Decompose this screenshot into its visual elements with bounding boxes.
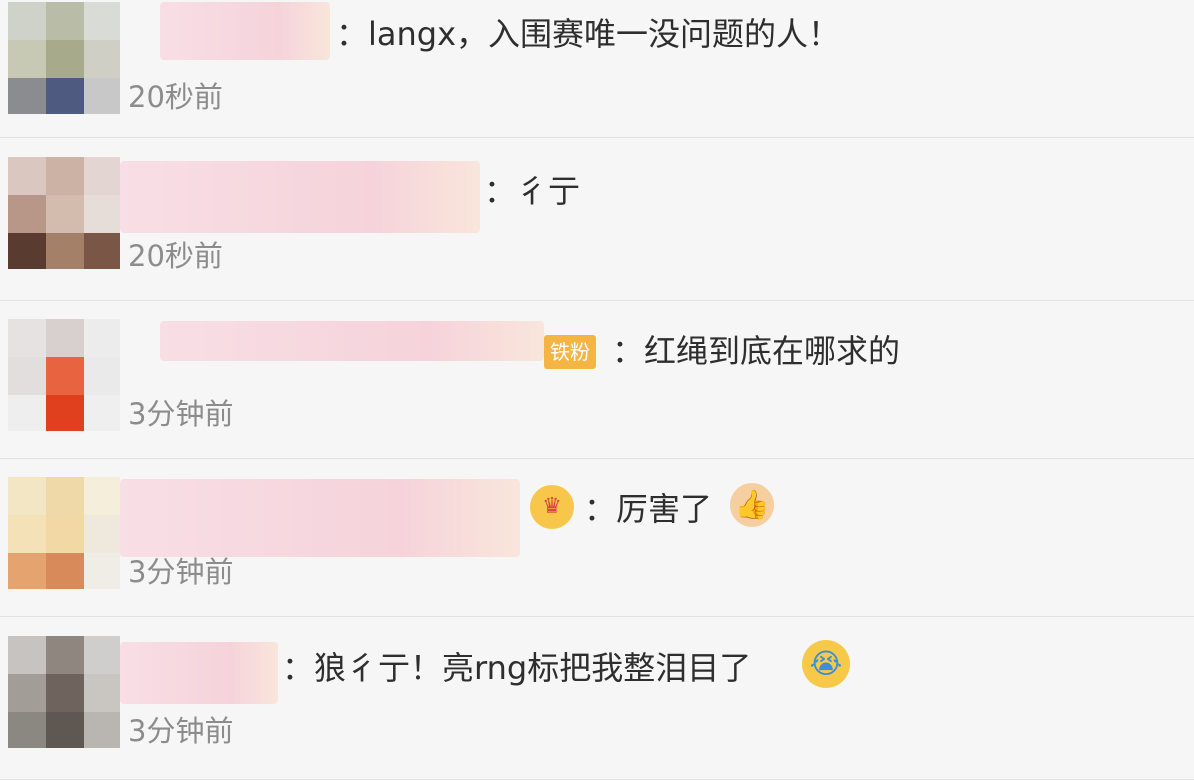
comment-time: 3分钟前: [128, 555, 234, 589]
comment-time: 3分钟前: [128, 714, 234, 748]
comment-time: 3分钟前: [128, 397, 234, 431]
comment-text: ：厉害了: [584, 490, 713, 528]
comment-time: 20秒前: [128, 239, 223, 273]
comment-item: ：langx，入围赛唯一没问题的人！ 20秒前: [0, 0, 1194, 138]
comment-item: ：彳亍 20秒前: [0, 143, 1194, 301]
avatar[interactable]: [8, 157, 120, 269]
crown-icon: ♛: [530, 485, 574, 529]
username-blurred[interactable]: [120, 642, 278, 704]
thumbs-up-icon: 👍: [730, 483, 774, 527]
crying-face-icon: 😭: [802, 640, 850, 688]
comment-item: 铁粉 ：红绳到底在哪求的 3分钟前: [0, 301, 1194, 459]
avatar[interactable]: [8, 2, 120, 114]
avatar[interactable]: [8, 319, 120, 431]
comment-item: ：狼彳亍！亮rng标把我整泪目了 😭 3分钟前: [0, 618, 1194, 780]
username-blurred[interactable]: [120, 479, 520, 557]
comment-text: ：红绳到底在哪求的: [612, 332, 901, 370]
avatar[interactable]: [8, 636, 120, 748]
comment-text: ：狼彳亍！亮rng标把我整泪目了: [282, 649, 752, 687]
comment-item: ♛ ：厉害了 👍 3分钟前: [0, 459, 1194, 617]
username-blurred[interactable]: [160, 321, 544, 361]
username-blurred[interactable]: [120, 161, 480, 233]
username-blurred[interactable]: [160, 2, 330, 60]
fan-badge: 铁粉: [544, 335, 596, 369]
avatar[interactable]: [8, 477, 120, 589]
comment-text: ：langx，入围赛唯一没问题的人！: [336, 15, 841, 53]
comment-list: ：langx，入围赛唯一没问题的人！ 20秒前 ：彳亍 20秒前 铁粉 ：红绳到…: [0, 0, 1194, 780]
comment-text: ：彳亍: [484, 172, 581, 210]
comment-time: 20秒前: [128, 80, 223, 114]
